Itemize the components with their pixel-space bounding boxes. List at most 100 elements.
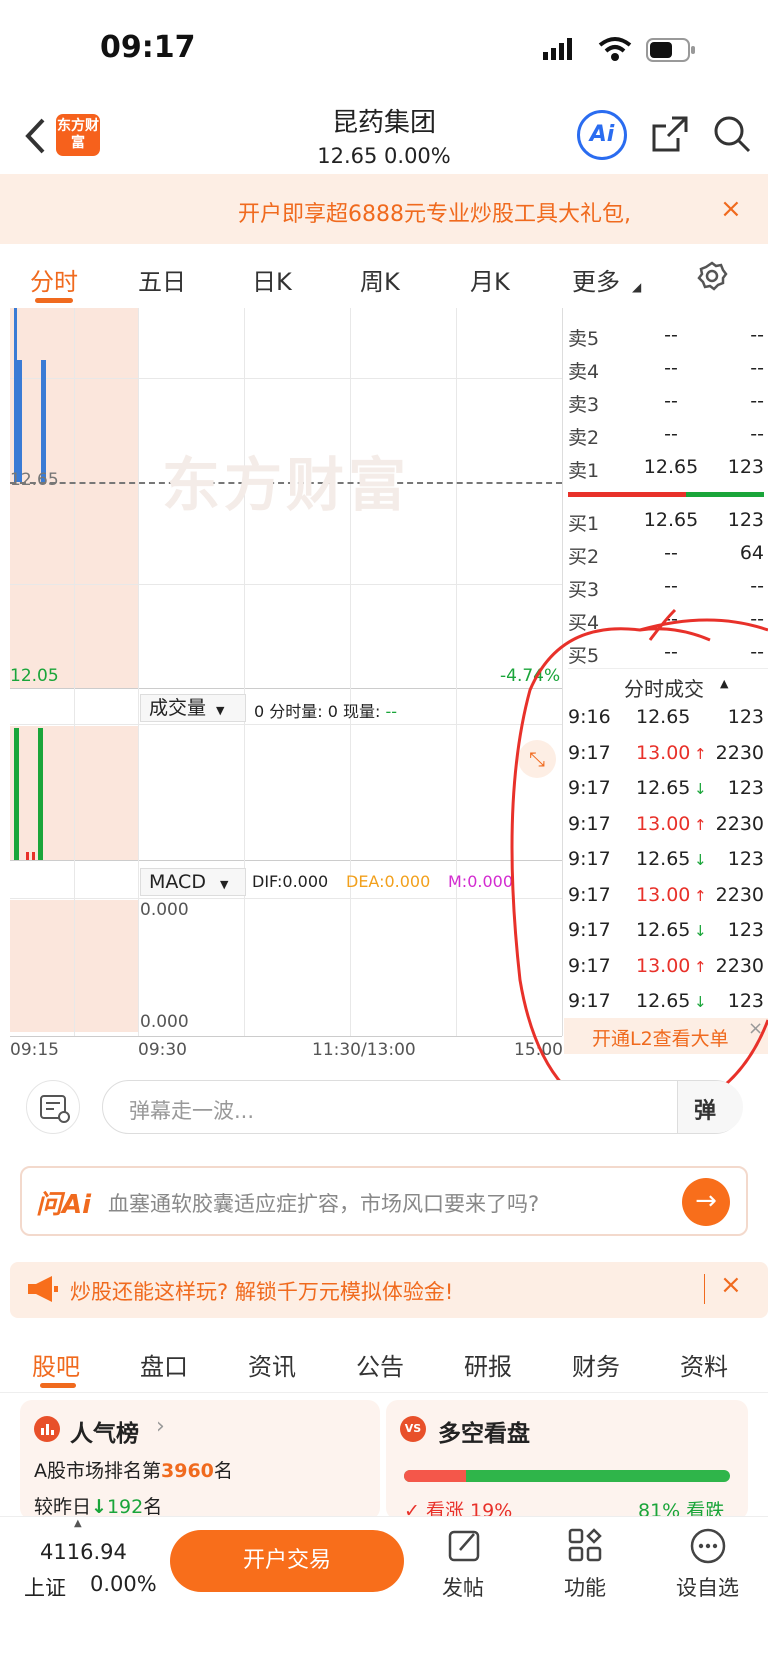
index-change[interactable]: 0.00% bbox=[90, 1572, 157, 1596]
battery-icon bbox=[646, 38, 696, 66]
orderbook-row[interactable]: 卖5 -- -- bbox=[568, 320, 764, 352]
orderbook-level: 买1 bbox=[568, 513, 600, 535]
post-icon[interactable] bbox=[448, 1528, 482, 1566]
chevron-right-icon: › bbox=[156, 1414, 165, 1439]
search-icon[interactable] bbox=[712, 114, 752, 158]
tab-announcements[interactable]: 公告 bbox=[356, 1347, 404, 1382]
dif-value: DIF:0.000 bbox=[252, 872, 329, 891]
settings-icon[interactable] bbox=[696, 260, 728, 296]
orderbook-level: 卖2 bbox=[568, 427, 600, 449]
rank-prefix: A股市场排名第 bbox=[34, 1460, 161, 1482]
time-label: 09:15 bbox=[10, 1040, 59, 1060]
post-label[interactable]: 发帖 bbox=[442, 1572, 484, 1602]
ai-button[interactable]: Ai bbox=[577, 110, 627, 160]
tab-guba[interactable]: 股吧 bbox=[32, 1347, 80, 1382]
orderbook-price: -- bbox=[664, 575, 678, 597]
orderbook-price: -- bbox=[664, 390, 678, 412]
change-suffix: 名 bbox=[143, 1496, 163, 1518]
function-label[interactable]: 功能 bbox=[564, 1572, 606, 1602]
dropdown-caret-icon: ▼ bbox=[216, 704, 225, 717]
change-value: 192 bbox=[106, 1496, 144, 1518]
danmu-send-button[interactable]: 弹 bbox=[677, 1081, 743, 1133]
danmu-input[interactable]: 弹幕走一波... 弹 bbox=[102, 1080, 743, 1134]
macd-bottom-label: 0.000 bbox=[140, 1012, 189, 1032]
volume-bar bbox=[14, 728, 19, 860]
tab-research[interactable]: 研报 bbox=[464, 1347, 512, 1382]
tab-underline bbox=[35, 298, 73, 303]
volume-bar bbox=[38, 728, 43, 860]
popularity-title: 人气榜 bbox=[70, 1421, 139, 1447]
orderbook-level: 买2 bbox=[568, 546, 600, 568]
tab-more[interactable]: 更多 bbox=[572, 262, 620, 297]
megaphone-icon bbox=[24, 1272, 60, 1310]
macd-indicator-label: MACD bbox=[149, 871, 206, 893]
rank-line: A股市场排名第3960名 bbox=[34, 1456, 233, 1483]
banner-close-icon[interactable]: × bbox=[720, 194, 742, 224]
volume-readout: 0 分时量: 0 现量: -- bbox=[254, 698, 397, 722]
tab-profile[interactable]: 资料 bbox=[680, 1347, 728, 1382]
orderbook-divider bbox=[568, 492, 686, 497]
popularity-card[interactable]: 人气榜 › A股市场排名第3960名 较昨日↓192名 bbox=[20, 1400, 380, 1520]
orderbook-volume: 64 bbox=[739, 542, 764, 564]
rank-value: 3960 bbox=[161, 1460, 214, 1482]
orderbook-row[interactable]: 卖1 12.65 123 bbox=[568, 452, 764, 484]
chart-icon bbox=[34, 1416, 60, 1442]
watchlist-label[interactable]: 设自选 bbox=[676, 1572, 739, 1602]
wifi-icon bbox=[598, 36, 632, 66]
tab-news[interactable]: 资讯 bbox=[248, 1347, 296, 1382]
ask-ai-box[interactable]: 问Ai 血塞通软胶囊适应症扩容，市场风口要来了吗? → bbox=[20, 1166, 748, 1236]
orderbook-price: -- bbox=[664, 357, 678, 379]
orderbook-divider bbox=[686, 492, 764, 497]
vs-badge-icon: VS bbox=[400, 1416, 426, 1442]
simulation-promo[interactable]: 炒股还能这样玩? 解锁千万元模拟体验金! × bbox=[10, 1262, 768, 1318]
ask-ai-logo: 问Ai bbox=[36, 1190, 92, 1220]
index-name[interactable]: 上证 bbox=[24, 1572, 66, 1602]
orderbook-volume: -- bbox=[750, 324, 764, 346]
more-dots-icon[interactable] bbox=[690, 1528, 726, 1568]
tab-five-day[interactable]: 五日 bbox=[138, 262, 186, 297]
open-account-button[interactable]: 开户交易 bbox=[170, 1530, 404, 1592]
price-ref-label: 12.65 bbox=[10, 470, 59, 490]
orderbook-price: 12.65 bbox=[643, 456, 699, 478]
ask-ai-arrow-icon[interactable]: → bbox=[682, 1178, 730, 1226]
orderbook-volume: -- bbox=[750, 357, 764, 379]
sentiment-bar bbox=[404, 1470, 730, 1482]
orderbook-row[interactable]: 买1 12.65 123 bbox=[568, 505, 764, 537]
tab-week-k[interactable]: 周K bbox=[360, 262, 400, 297]
orderbook-level: 卖4 bbox=[568, 361, 600, 383]
index-value[interactable]: 4116.94 bbox=[40, 1540, 127, 1564]
watermark: 东方财富 bbox=[162, 451, 411, 519]
volume-text: 0 分时量: 0 现量: bbox=[254, 702, 386, 721]
orderbook-volume: 123 bbox=[727, 509, 764, 531]
orderbook-price: -- bbox=[664, 542, 678, 564]
volume-indicator-label: 成交量 bbox=[149, 697, 207, 719]
banner-text[interactable]: 开户即享超6888元专业炒股工具大礼包, bbox=[238, 196, 631, 228]
bull-fill bbox=[404, 1470, 466, 1482]
orderbook-row[interactable]: 买2 -- 64 bbox=[568, 538, 764, 570]
promo-close-icon[interactable]: × bbox=[720, 1270, 742, 1300]
orderbook-row[interactable]: 卖2 -- -- bbox=[568, 419, 764, 451]
macd-top-label: 0.000 bbox=[140, 900, 189, 920]
tab-day-k[interactable]: 日K bbox=[252, 262, 292, 297]
time-label: 09:30 bbox=[138, 1040, 187, 1060]
tab-month-k[interactable]: 月K bbox=[470, 262, 510, 297]
share-icon[interactable] bbox=[650, 114, 690, 158]
dea-value: DEA:0.000 bbox=[346, 872, 431, 891]
tab-finance[interactable]: 财务 bbox=[572, 1347, 620, 1382]
volume-indicator-select[interactable]: 成交量 ▼ bbox=[140, 694, 246, 722]
down-arrow-icon: ↓ bbox=[91, 1496, 107, 1518]
sentiment-title: 多空看盘 bbox=[438, 1421, 530, 1447]
orderbook-volume: 123 bbox=[727, 456, 764, 478]
orderbook-row[interactable]: 卖4 -- -- bbox=[568, 353, 764, 385]
orderbook-price: 12.65 bbox=[643, 509, 699, 531]
orderbook-level: 卖5 bbox=[568, 328, 600, 350]
orderbook-row[interactable]: 买3 -- -- bbox=[568, 571, 764, 603]
danmu-settings-icon[interactable] bbox=[26, 1080, 80, 1134]
function-icon[interactable] bbox=[568, 1528, 602, 1566]
annotation-circle bbox=[510, 608, 768, 1122]
sentiment-card[interactable]: VS 多空看盘 ✓ 看涨 19% 81% 看跌 bbox=[386, 1400, 748, 1522]
tab-pankou[interactable]: 盘口 bbox=[140, 1347, 188, 1382]
tab-timeshare[interactable]: 分时 bbox=[30, 262, 78, 297]
orderbook-row[interactable]: 卖3 -- -- bbox=[568, 386, 764, 418]
macd-indicator-select[interactable]: MACD ▼ bbox=[140, 868, 246, 896]
